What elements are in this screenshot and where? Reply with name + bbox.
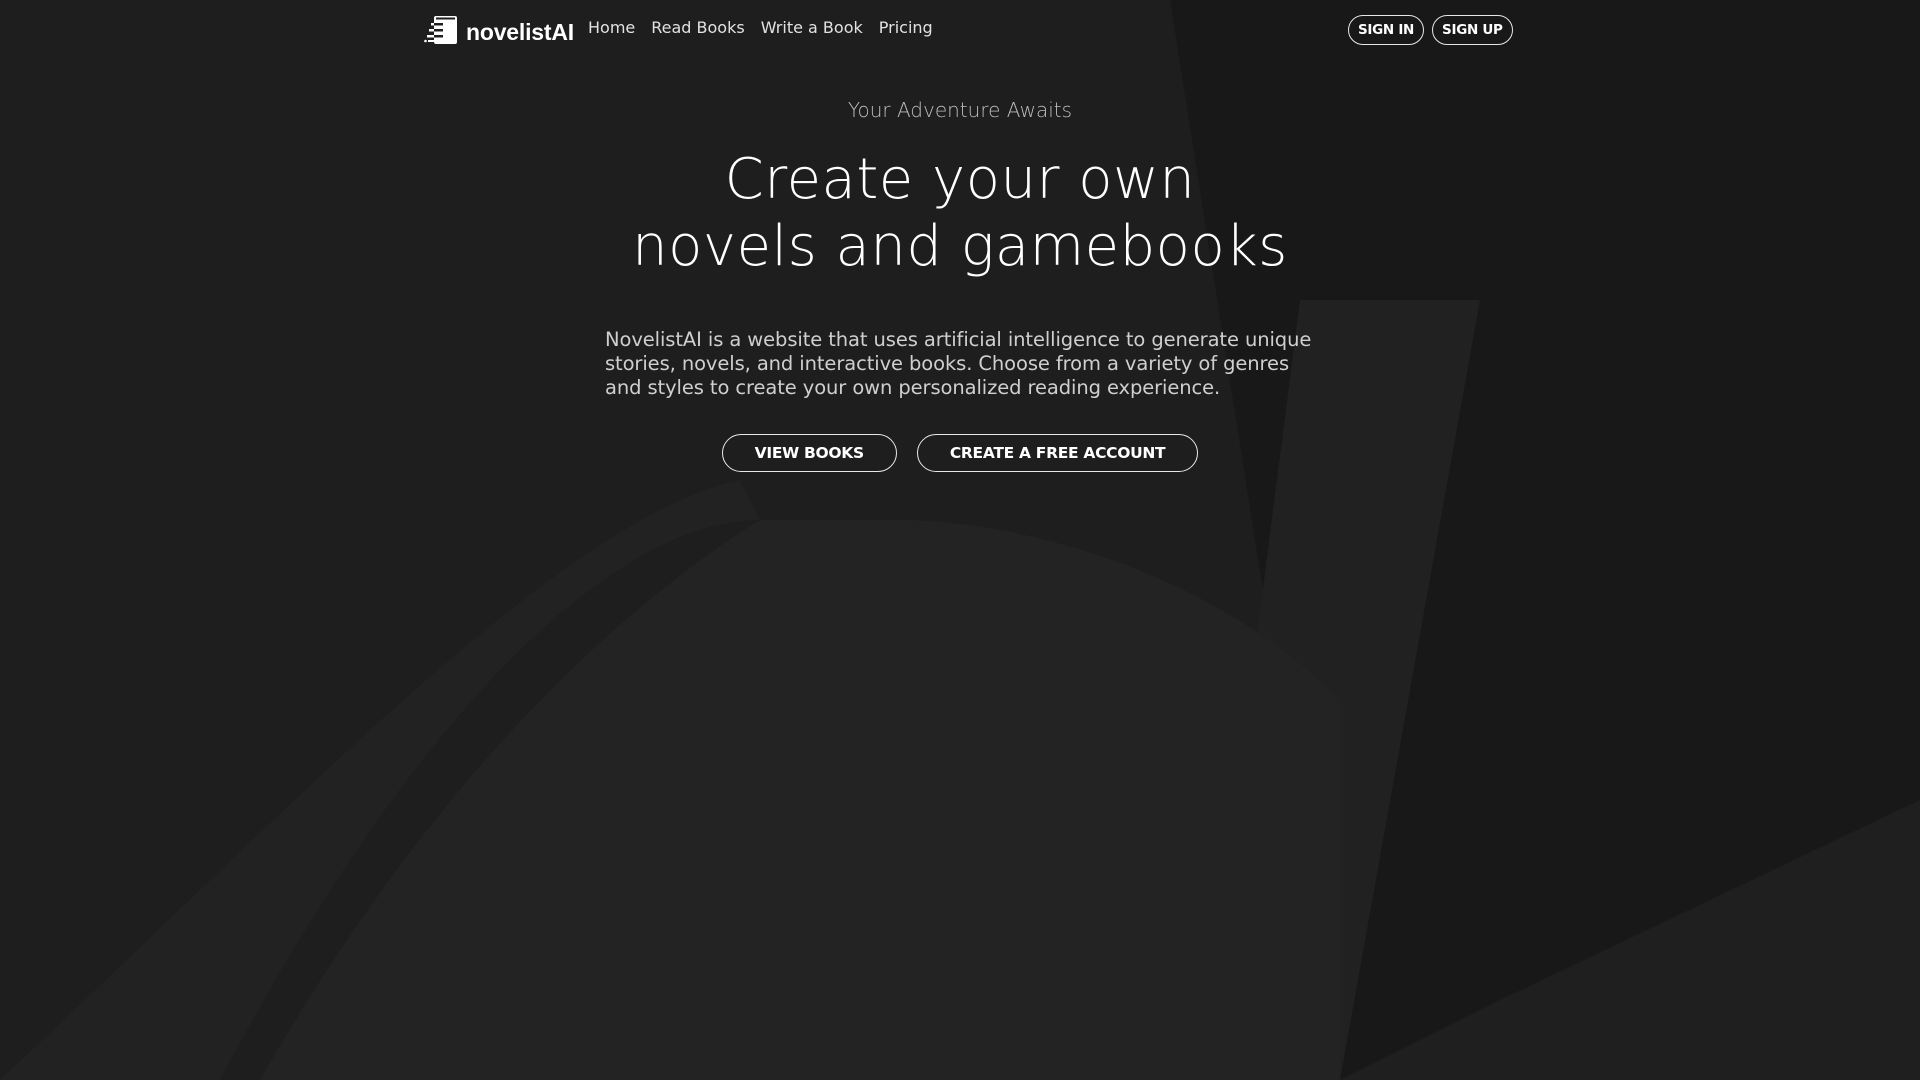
nav-link-home[interactable]: Home [588, 18, 635, 37]
hero-description: NovelistAI is a website that uses artifi… [605, 328, 1312, 399]
book-speed-icon [424, 14, 458, 50]
hero-eyebrow: Your Adventure Awaits [847, 98, 1073, 122]
sign-in-button[interactable]: SIGN IN [1348, 15, 1425, 45]
hero-cta-group: VIEW BOOKS CREATE A FREE ACCOUNT [0, 434, 1920, 472]
hero-headline-line-2: novels and gamebooks [632, 214, 1288, 279]
hero-headline-line-1: Create your own [724, 147, 1196, 212]
sign-up-button[interactable]: SIGN UP [1432, 15, 1513, 45]
nav-link-read-books[interactable]: Read Books [651, 18, 744, 37]
brand-name: novelistAI [466, 18, 574, 45]
primary-nav: Home Read Books Write a Book Pricing [588, 18, 933, 37]
view-books-button[interactable]: VIEW BOOKS [721, 434, 897, 472]
hero-headline: Create your own novels and gamebooks [0, 146, 1920, 280]
auth-buttons: SIGN IN SIGN UP [1348, 15, 1513, 45]
nav-link-pricing[interactable]: Pricing [879, 18, 933, 37]
brand-logo-link[interactable]: novelistAI [424, 14, 574, 50]
nav-link-write-a-book[interactable]: Write a Book [761, 18, 863, 37]
create-free-account-button[interactable]: CREATE A FREE ACCOUNT [916, 434, 1199, 472]
top-navigation: novelistAI Home Read Books Write a Book … [0, 0, 1920, 60]
